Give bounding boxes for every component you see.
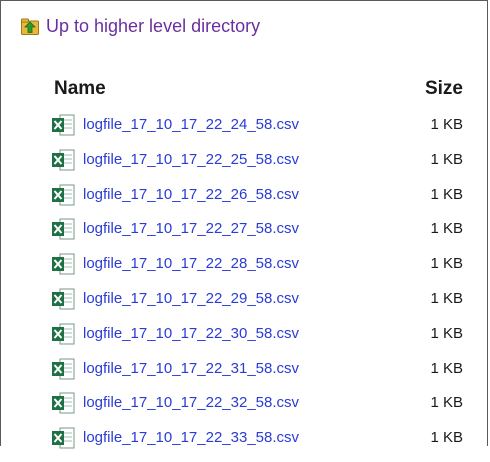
- excel-csv-file-icon: [52, 184, 75, 206]
- file-row: logfile_17_10_17_22_30_58.csv 1 KB: [1, 323, 487, 358]
- excel-csv-file-icon: [52, 149, 75, 171]
- file-row: logfile_17_10_17_22_33_58.csv 1 KB: [1, 427, 487, 462]
- file-row: logfile_17_10_17_22_26_58.csv 1 KB: [1, 184, 487, 219]
- excel-csv-file-icon: [52, 288, 75, 310]
- file-size: 1 KB: [430, 429, 463, 447]
- file-link[interactable]: logfile_17_10_17_22_30_58.csv: [83, 324, 299, 344]
- file-size: 1 KB: [430, 220, 463, 238]
- column-header-name[interactable]: Name: [54, 78, 106, 100]
- excel-csv-file-icon: [52, 358, 75, 380]
- file-link[interactable]: logfile_17_10_17_22_33_58.csv: [83, 428, 299, 448]
- up-directory-label: Up to higher level directory: [46, 16, 261, 36]
- file-row: logfile_17_10_17_22_32_58.csv 1 KB: [1, 392, 487, 427]
- file-row: logfile_17_10_17_22_29_58.csv 1 KB: [1, 288, 487, 323]
- file-row: logfile_17_10_17_22_24_58.csv 1 KB: [1, 114, 487, 149]
- file-row: logfile_17_10_17_22_27_58.csv 1 KB: [1, 218, 487, 253]
- folder-up-icon: [21, 18, 39, 35]
- file-row: logfile_17_10_17_22_25_58.csv 1 KB: [1, 149, 487, 184]
- directory-listing: Up to higher level directory Name Size l…: [0, 0, 488, 449]
- file-size: 1 KB: [430, 359, 463, 377]
- excel-csv-file-icon: [52, 253, 75, 275]
- file-size: 1 KB: [430, 150, 463, 168]
- file-link[interactable]: logfile_17_10_17_22_32_58.csv: [83, 393, 299, 413]
- file-size: 1 KB: [430, 255, 463, 273]
- file-link[interactable]: logfile_17_10_17_22_25_58.csv: [83, 150, 299, 170]
- file-row: logfile_17_10_17_22_28_58.csv 1 KB: [1, 253, 487, 288]
- file-size: 1 KB: [430, 324, 463, 342]
- file-row: logfile_17_10_17_22_31_58.csv 1 KB: [1, 358, 487, 393]
- excel-csv-file-icon: [52, 323, 75, 345]
- excel-csv-file-icon: [52, 392, 75, 414]
- file-link[interactable]: logfile_17_10_17_22_24_58.csv: [83, 115, 299, 135]
- column-header-size[interactable]: Size: [425, 78, 463, 100]
- file-link[interactable]: logfile_17_10_17_22_27_58.csv: [83, 219, 299, 239]
- file-link[interactable]: logfile_17_10_17_22_26_58.csv: [83, 185, 299, 205]
- file-list: logfile_17_10_17_22_24_58.csv 1 KB logfi…: [1, 114, 487, 462]
- file-link[interactable]: logfile_17_10_17_22_29_58.csv: [83, 289, 299, 309]
- file-size: 1 KB: [430, 394, 463, 412]
- file-link[interactable]: logfile_17_10_17_22_31_58.csv: [83, 359, 299, 379]
- up-directory-link[interactable]: Up to higher level directory: [21, 15, 260, 37]
- file-size: 1 KB: [430, 289, 463, 307]
- file-size: 1 KB: [430, 116, 463, 133]
- file-size: 1 KB: [430, 185, 463, 203]
- excel-csv-file-icon: [52, 218, 75, 240]
- file-link[interactable]: logfile_17_10_17_22_28_58.csv: [83, 254, 299, 274]
- excel-csv-file-icon: [52, 114, 75, 136]
